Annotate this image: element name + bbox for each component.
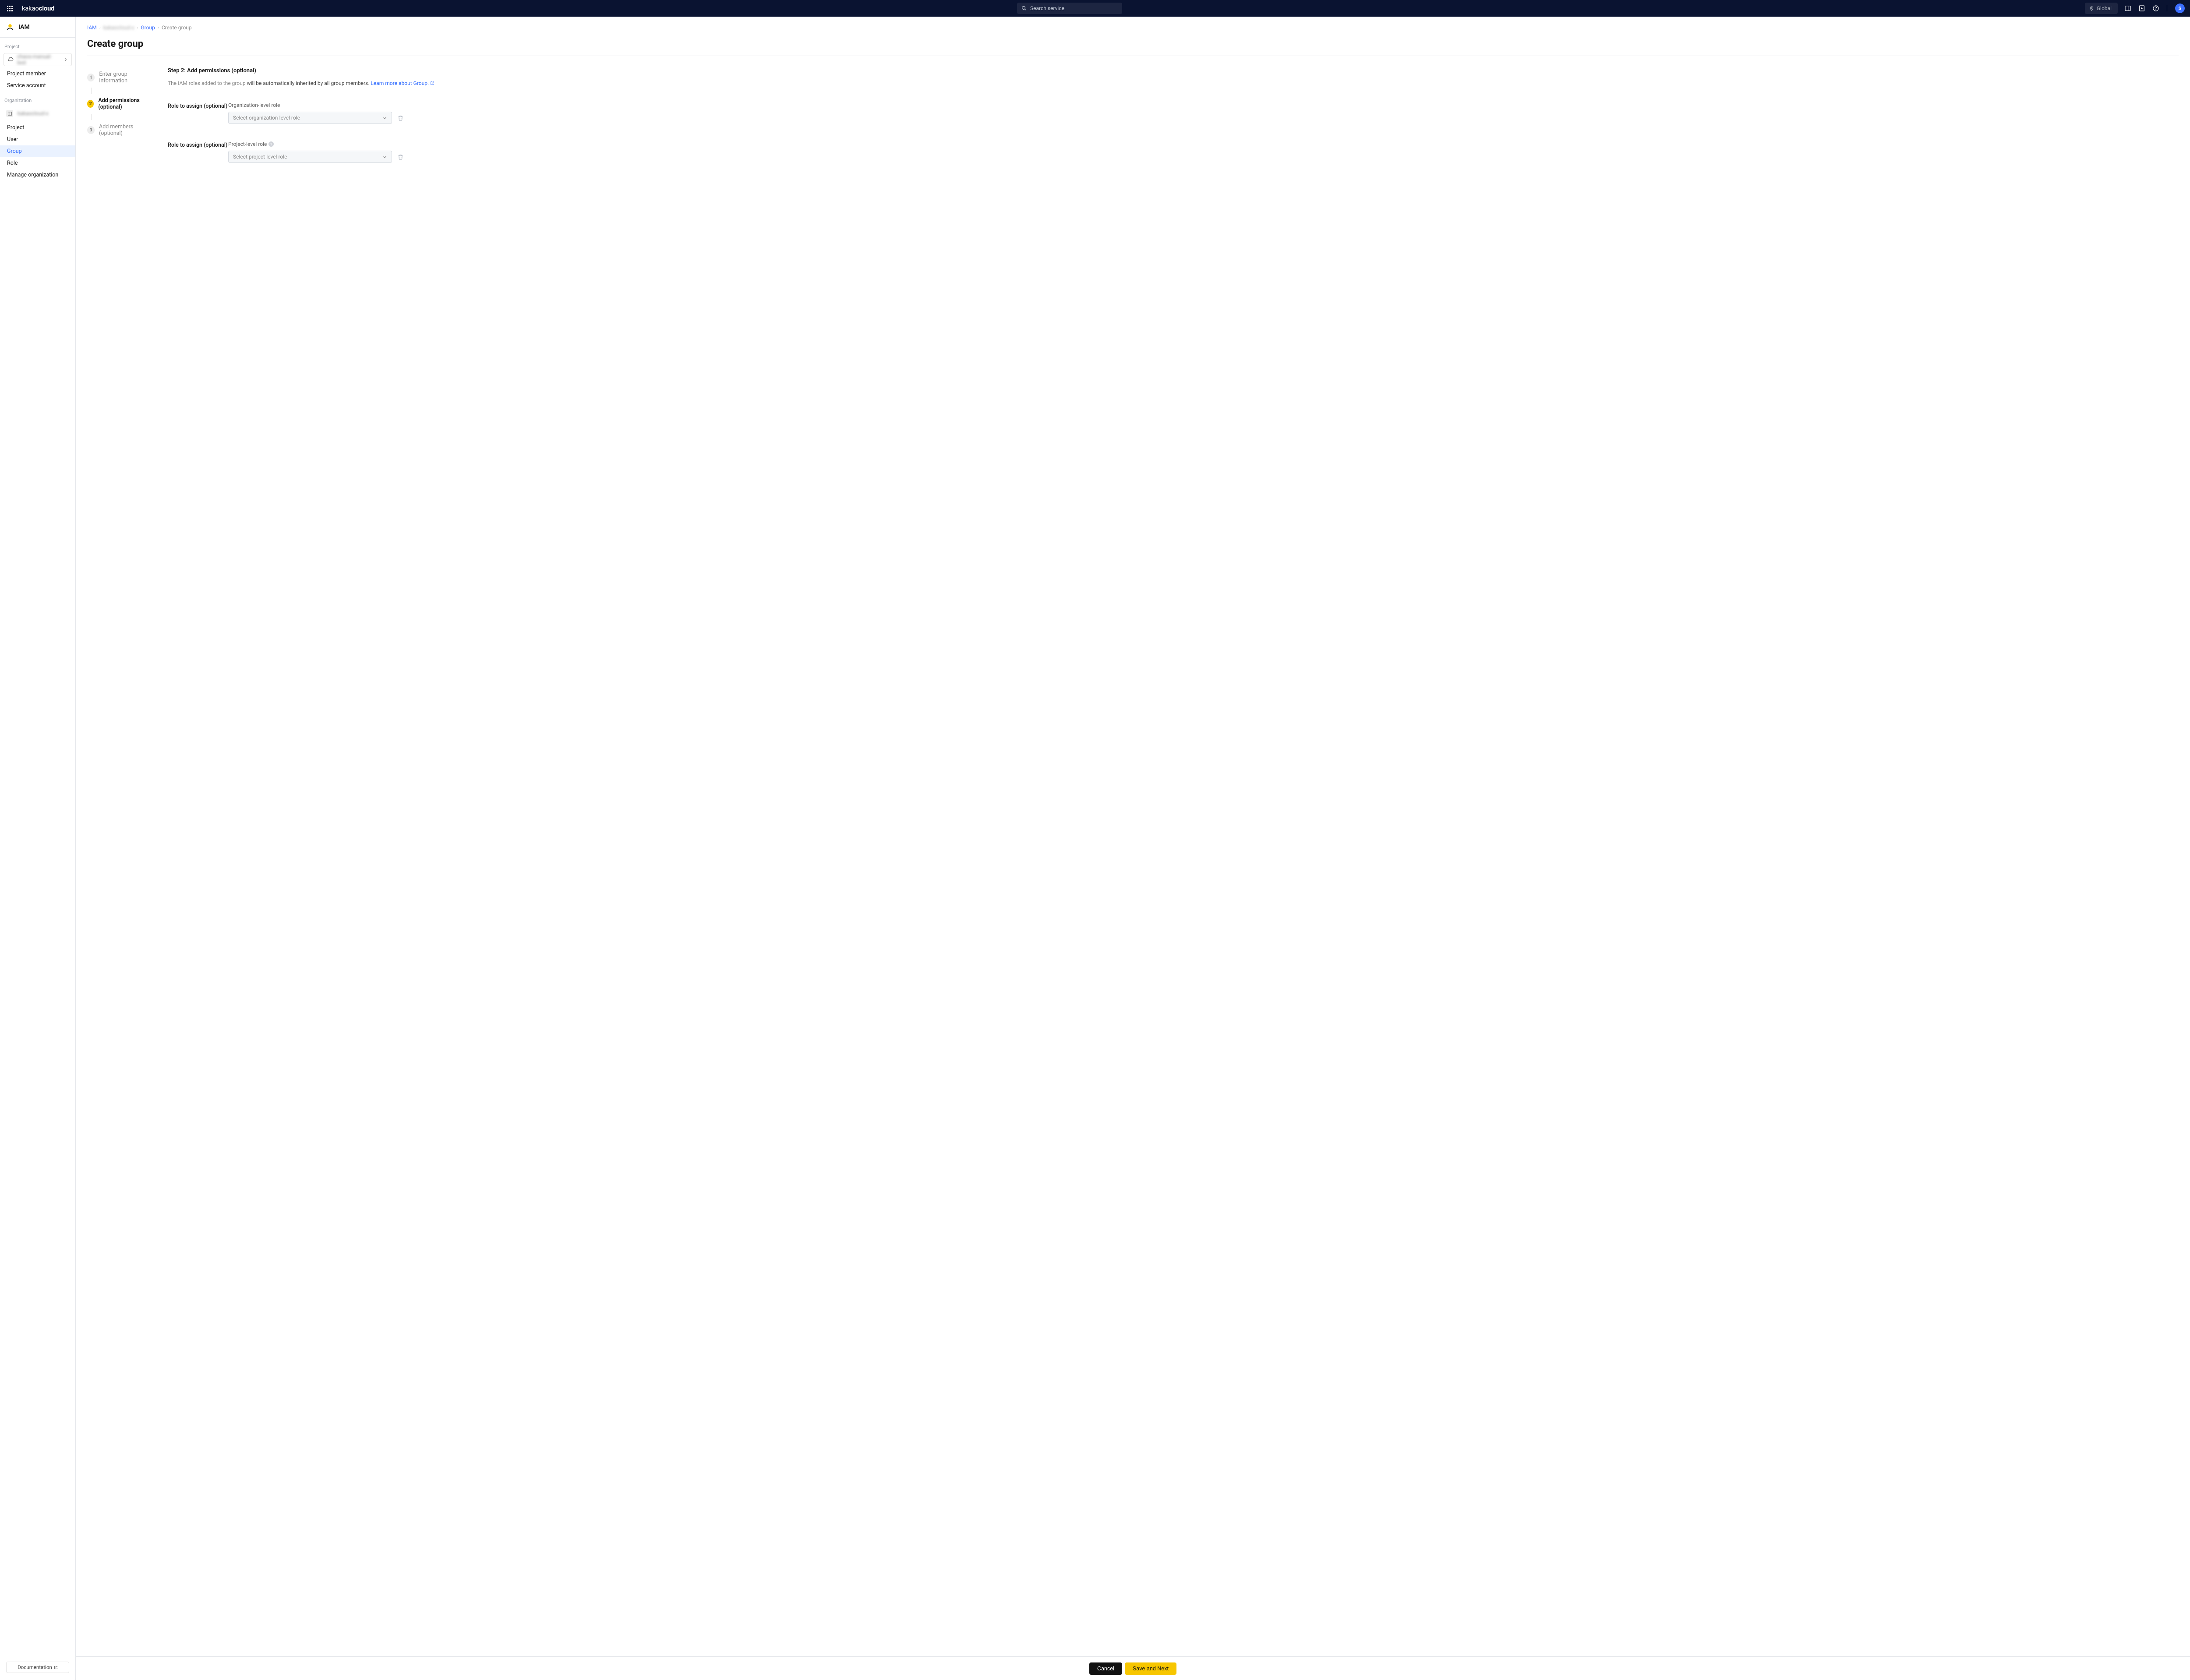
breadcrumb-iam[interactable]: IAM xyxy=(87,25,97,31)
delete-org-role-button[interactable] xyxy=(397,115,404,121)
external-link-icon xyxy=(54,1666,58,1669)
sidebar-header: IAM xyxy=(0,17,75,38)
step-2[interactable]: 2 Add permissions (optional) xyxy=(87,94,155,114)
trash-icon xyxy=(397,115,404,121)
org-role-select[interactable]: Select organization-level role xyxy=(228,112,392,124)
help-icon[interactable] xyxy=(2152,4,2160,12)
org-name-blurred: kakaocloud-x xyxy=(18,110,49,116)
logo-normal: kakao xyxy=(22,4,39,12)
step-1[interactable]: 1 Enter group information xyxy=(87,67,155,88)
org-icon xyxy=(6,110,13,117)
trash-icon xyxy=(397,154,404,160)
breadcrumb-current: Create group xyxy=(162,25,192,31)
delete-project-role-button[interactable] xyxy=(397,154,404,160)
org-section-label: Organization xyxy=(0,92,75,105)
step-3[interactable]: 3 Add members (optional) xyxy=(87,120,155,140)
project-selector[interactable]: chaos-manual-test xyxy=(4,53,72,66)
service-name: IAM xyxy=(18,24,30,31)
nav-project[interactable]: Project xyxy=(0,122,75,134)
nav-role[interactable]: Role xyxy=(0,157,75,169)
role-sublabel-org: Organization-level role xyxy=(228,102,2179,108)
chevron-right-icon xyxy=(64,57,68,62)
nav-project-member[interactable]: Project member xyxy=(0,68,75,80)
region-selector[interactable]: Global xyxy=(2085,3,2118,14)
step-panel: Step 2: Add permissions (optional) The I… xyxy=(168,67,2179,177)
search-service-box[interactable]: Search service xyxy=(1017,3,1122,14)
main: IAM › kakaocloud-x › Group › Create grou… xyxy=(76,17,2190,1680)
documentation-button[interactable]: Documentation xyxy=(6,1662,69,1673)
nav-service-account[interactable]: Service account xyxy=(0,80,75,92)
chevron-down-icon xyxy=(382,155,387,159)
nav-group[interactable]: Group xyxy=(0,145,75,157)
footer: Cancel Save and Next xyxy=(76,1656,2190,1680)
nav-user[interactable]: User xyxy=(0,134,75,145)
topbar: kakaocloud Search service Global S xyxy=(0,0,2190,17)
role-sublabel-project: Project-level role ? xyxy=(228,141,2179,147)
role-label: Role to assign (optional) xyxy=(168,141,228,163)
page-title: Create group xyxy=(87,39,2179,49)
step-list: 1 Enter group information 2 Add permissi… xyxy=(87,67,157,177)
chevron-down-icon xyxy=(382,116,387,120)
cancel-button[interactable]: Cancel xyxy=(1089,1662,1122,1675)
role-label: Role to assign (optional) xyxy=(168,102,228,124)
panel-title: Step 2: Add permissions (optional) xyxy=(168,67,2179,74)
learn-more-link[interactable]: Learn more about Group. xyxy=(371,80,434,86)
breadcrumbs: IAM › kakaocloud-x › Group › Create grou… xyxy=(87,25,2179,31)
save-next-button[interactable]: Save and Next xyxy=(1125,1662,1176,1675)
location-pin-icon xyxy=(2089,6,2094,11)
role-row-org: Role to assign (optional) Organization-l… xyxy=(168,99,2179,132)
logo-bold: cloud xyxy=(39,4,55,12)
nav-manage-org[interactable]: Manage organization xyxy=(0,169,75,181)
panel-icon[interactable] xyxy=(2124,4,2132,12)
breadcrumb-org[interactable]: kakaocloud-x xyxy=(103,25,134,31)
external-link-icon xyxy=(430,81,434,85)
user-avatar[interactable]: S xyxy=(2175,4,2185,13)
project-section-label: Project xyxy=(0,38,75,51)
person-icon xyxy=(6,23,14,31)
logo[interactable]: kakaocloud xyxy=(22,4,54,12)
region-label: Global xyxy=(2097,5,2112,11)
cloud-icon xyxy=(7,56,14,63)
breadcrumb-group[interactable]: Group xyxy=(141,25,155,31)
apps-grid-icon[interactable] xyxy=(5,4,14,13)
sidebar: IAM Project chaos-manual-test Project me… xyxy=(0,17,76,1680)
download-icon[interactable] xyxy=(2138,4,2146,12)
panel-description: The IAM roles added to the group will be… xyxy=(168,80,2179,86)
info-icon[interactable]: ? xyxy=(268,141,274,147)
search-placeholder: Search service xyxy=(1030,5,1064,11)
org-selector[interactable]: kakaocloud-x xyxy=(0,107,75,120)
project-name-blurred: chaos-manual-test xyxy=(17,53,60,66)
search-icon xyxy=(1021,6,1027,11)
project-role-select[interactable]: Select project-level role xyxy=(228,151,392,163)
role-row-project: Role to assign (optional) Project-level … xyxy=(168,138,2179,171)
